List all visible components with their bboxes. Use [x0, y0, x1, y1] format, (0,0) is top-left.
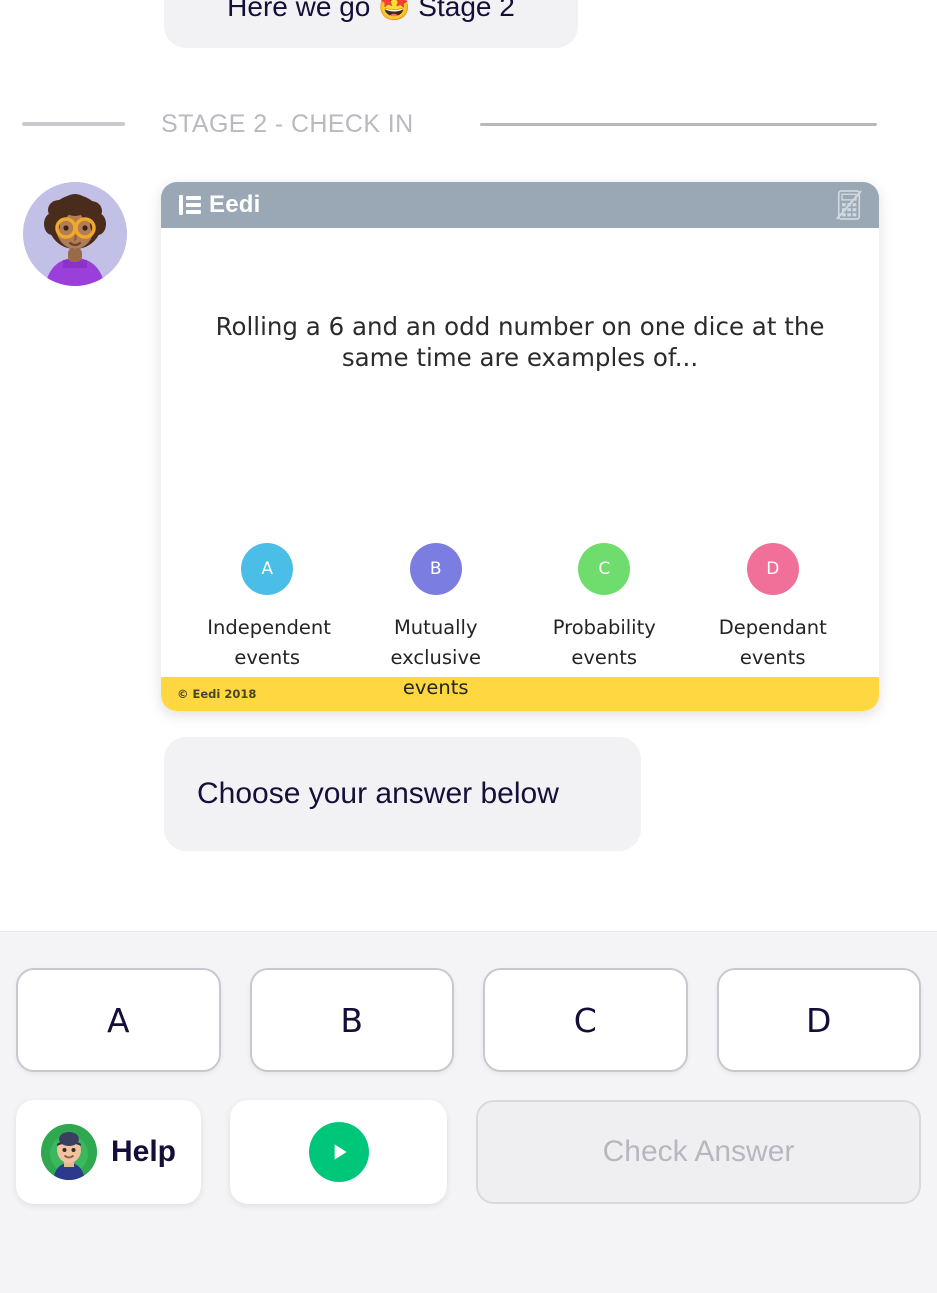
help-button[interactable]: Help: [16, 1100, 201, 1204]
stage-label: STAGE 2 - CHECK IN: [161, 109, 414, 138]
choice-button-d[interactable]: D: [716, 968, 921, 1072]
choice-button-a[interactable]: A: [16, 968, 221, 1072]
option-text-c: Probability events: [552, 616, 656, 670]
play-icon: [308, 1122, 369, 1182]
question-card-header: Eedi: [161, 182, 879, 228]
option-badge-d: D: [746, 543, 799, 595]
help-avatar-icon: [40, 1124, 97, 1180]
option-text-a: Independent events: [207, 616, 331, 670]
answer-toolbar: A B C D Help Check Answer: [0, 931, 937, 1293]
choice-button-d-label: D: [806, 1000, 832, 1040]
answer-option-c: C Probability events: [520, 543, 689, 703]
check-answer-label: Check Answer: [602, 1135, 795, 1168]
intro-message-bubble: Here we go 🤩 Stage 2: [164, 0, 578, 48]
option-badge-c: C: [578, 543, 631, 595]
quiz-screen: Here we go 🤩 Stage 2 STAGE 2 - CHECK IN: [0, 0, 937, 1293]
choice-button-b-label: B: [340, 1000, 364, 1040]
choice-button-a-label: A: [106, 1000, 130, 1040]
choice-button-c-label: C: [573, 1000, 597, 1040]
divider-rule-right: [479, 122, 877, 126]
question-card-body: Rolling a 6 and an odd number on one dic…: [161, 228, 879, 699]
no-calculator-icon: [835, 189, 863, 221]
eedi-brand: Eedi: [179, 191, 260, 219]
answer-option-d: D Dependant events: [689, 543, 858, 703]
choice-button-row: A B C D: [16, 968, 921, 1072]
prompt-message-text: Choose your answer below: [197, 777, 559, 810]
intro-text-before: Here we go: [227, 0, 371, 22]
star-eyes-emoji-icon: 🤩: [378, 0, 411, 22]
question-card: Eedi Rolling a 6 and an odd number on on…: [161, 182, 879, 711]
answer-option-a: A Independent events: [183, 543, 352, 703]
help-button-label: Help: [110, 1135, 176, 1168]
brand-name: Eedi: [209, 191, 261, 218]
eedi-logo-icon: [179, 194, 201, 216]
stage-divider: STAGE 2 - CHECK IN: [0, 108, 937, 140]
option-text-b: Mutually exclusive events: [390, 616, 481, 700]
option-text-d: Dependant events: [718, 616, 827, 670]
option-badge-b: B: [409, 543, 462, 595]
choice-button-b[interactable]: B: [249, 968, 454, 1072]
intro-message-text: Here we go 🤩 Stage 2: [227, 0, 515, 22]
answer-options: A Independent events B Mutually exclusiv…: [161, 543, 879, 703]
answer-option-b: B Mutually exclusive events: [352, 543, 521, 703]
prompt-message-bubble: Choose your answer below: [164, 737, 641, 851]
play-audio-button[interactable]: [230, 1100, 447, 1204]
choice-button-c[interactable]: C: [483, 968, 688, 1072]
intro-text-after: Stage 2: [418, 0, 515, 22]
divider-rule-left: [22, 122, 125, 126]
action-button-row: Help Check Answer: [16, 1100, 921, 1204]
tutor-avatar: [23, 182, 127, 286]
question-stem: Rolling a 6 and an odd number on one dic…: [215, 312, 825, 373]
check-answer-button[interactable]: Check Answer: [476, 1100, 921, 1204]
option-badge-a: A: [241, 543, 294, 595]
